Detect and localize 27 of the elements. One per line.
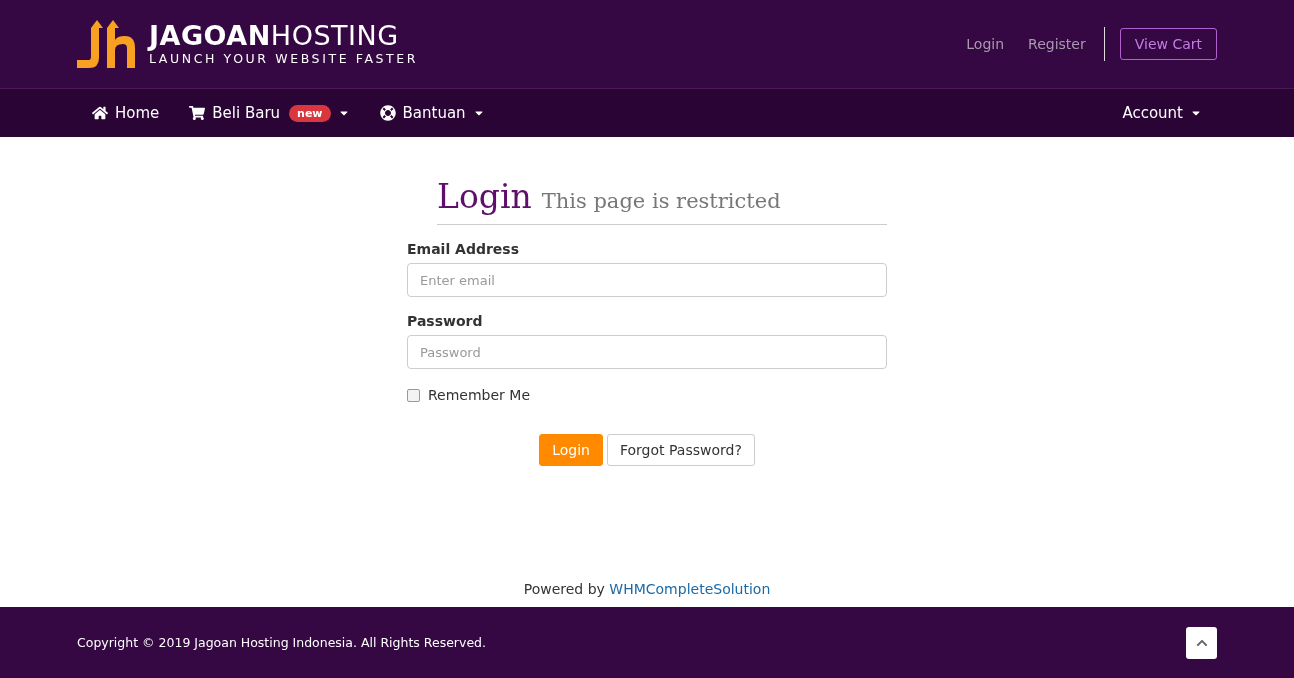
brand-name: JAGOANHOSTING [149,21,400,51]
field-label: Email Address [407,241,520,257]
top-link[interactable]: Login [966,36,1005,52]
brand-tagline: LAUNCH YOUR WEBSITE FASTER [149,51,419,67]
lifebuoy-icon [379,105,396,121]
remember-label: Remember Me [428,387,530,403]
input-field[interactable]: Password [407,335,887,369]
page-subtitle: This page is restricted [541,189,781,213]
back-to-top-button[interactable] [1186,626,1217,659]
view-cart-button[interactable]: View Cart [1119,28,1217,60]
nav-item[interactable]: Bantuan [364,89,500,137]
new-badge: new [289,104,331,122]
input-field[interactable]: Enter email [407,263,887,297]
forgot-password-button[interactable]: Forgot Password? [606,434,755,466]
home-icon [92,105,108,121]
remember-checkbox[interactable] [407,388,420,402]
nav-item[interactable]: Home [77,89,175,137]
powered-by-text: Powered by WHMCompleteSolution [523,581,771,597]
field-label: Password [407,313,484,329]
copyright-text: Copyright © 2019 Jagoan Hosting Indonesia. All Rights Reserved. [77,635,486,650]
logo-icon [77,18,137,70]
top-link[interactable]: Register [1028,36,1086,52]
nav-item[interactable]: Beli Baru new [174,89,365,137]
cart-icon [189,105,206,121]
powered-by-link[interactable]: WHMCompleteSolution [609,581,771,597]
account-menu[interactable]: Account [1107,89,1217,137]
page-title: Login [437,177,532,216]
